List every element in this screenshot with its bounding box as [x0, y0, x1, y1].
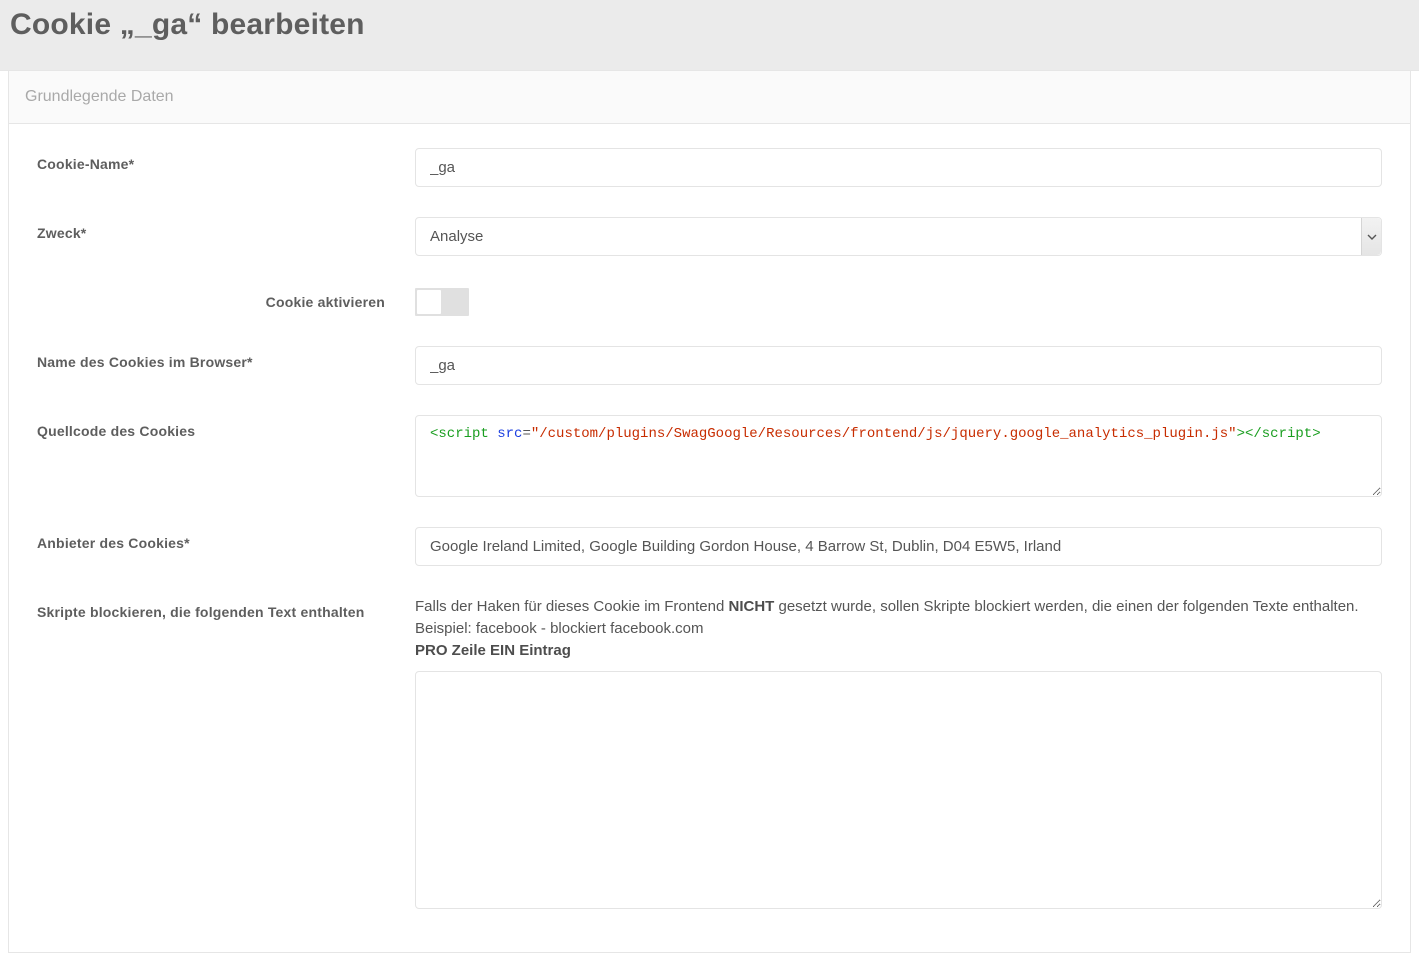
purpose-select[interactable]: [415, 217, 1382, 256]
label-purpose: Zweck*: [37, 217, 415, 241]
browser-name-input[interactable]: [415, 346, 1382, 385]
code-tag-open: <script: [430, 426, 497, 442]
block-scripts-help: Falls der Haken für dieses Cookie im Fro…: [415, 596, 1382, 661]
code-tag-close-2: ipt>: [1287, 426, 1321, 442]
cookie-name-input[interactable]: [415, 148, 1382, 187]
row-cookie-name: Cookie-Name*: [37, 148, 1382, 187]
row-purpose: Zweck*: [37, 217, 1382, 256]
code-val: "/custom/plugins/SwagGoogle/Resources/fr…: [531, 426, 1237, 442]
row-source-code: Quellcode des Cookies <script src="/cust…: [37, 415, 1382, 497]
label-cookie-name: Cookie-Name*: [37, 148, 415, 172]
purpose-select-value[interactable]: [415, 217, 1382, 256]
row-browser-name: Name des Cookies im Browser*: [37, 346, 1382, 385]
page-title: Cookie „_ga“ bearbeiten: [10, 8, 1409, 42]
code-eq: =: [522, 426, 530, 442]
code-tag-close-1: ></scr: [1237, 426, 1287, 442]
source-code-editor[interactable]: <script src="/custom/plugins/SwagGoogle/…: [415, 415, 1382, 497]
code-attr: src: [497, 426, 522, 442]
chevron-down-icon[interactable]: [1361, 218, 1381, 255]
card-body: Cookie-Name* Zweck* Cookie aktivieren: [9, 124, 1410, 952]
help-text-1a: Falls der Haken für dieses Cookie im Fro…: [415, 598, 728, 615]
label-block-scripts: Skripte blockieren, die folgenden Text e…: [37, 596, 415, 620]
activate-toggle[interactable]: [415, 288, 469, 316]
row-activate: Cookie aktivieren: [37, 286, 1382, 316]
label-activate: Cookie aktivieren: [37, 286, 415, 310]
label-source-code: Quellcode des Cookies: [37, 415, 415, 439]
row-provider: Anbieter des Cookies*: [37, 527, 1382, 566]
help-text-2: PRO Zeile EIN Eintrag: [415, 642, 571, 659]
provider-input[interactable]: [415, 527, 1382, 566]
label-provider: Anbieter des Cookies*: [37, 527, 415, 551]
label-browser-name: Name des Cookies im Browser*: [37, 346, 415, 370]
toggle-knob: [417, 290, 441, 314]
row-block-scripts: Skripte blockieren, die folgenden Text e…: [37, 596, 1382, 912]
help-text-1b: NICHT: [728, 598, 774, 615]
card-basic-data: Grundlegende Daten Cookie-Name* Zweck* C…: [8, 71, 1411, 953]
block-scripts-textarea[interactable]: [415, 671, 1382, 909]
card-title: Grundlegende Daten: [9, 71, 1410, 124]
page-header: Cookie „_ga“ bearbeiten: [0, 0, 1419, 71]
